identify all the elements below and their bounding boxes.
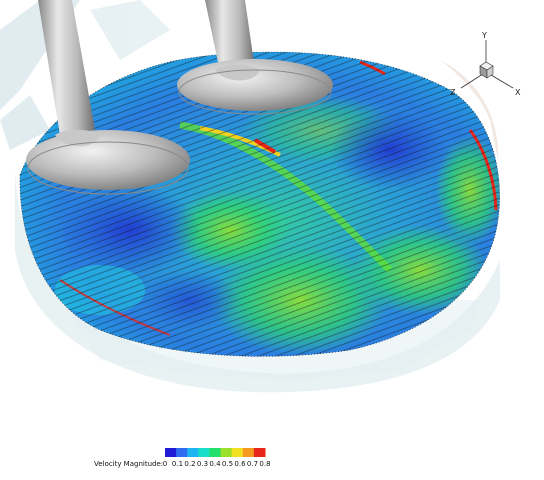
colorbar-tick-label: 0.6 [234,460,246,468]
colorbar-swatch [209,448,222,457]
colorbar-swatches [165,448,266,457]
colorbar-swatch [231,448,244,457]
triad-cube-icon [479,61,494,79]
colorbar-swatch [176,448,188,457]
colorbar-swatch [242,448,255,457]
colorbar-swatch [220,448,233,457]
colorbar-tick-label: 0 [163,460,167,468]
colorbar-tick-label: 0.4 [209,460,221,468]
colorbar-swatch [253,448,266,457]
colorbar-swatch [198,448,210,457]
colorbar-tick-label: 0.7 [247,460,258,468]
colorbar-tick-label: 0.2 [184,460,195,468]
colorbar-tick-label: 0.1 [172,460,183,468]
axis-triad: Y X Z [450,31,521,97]
axis-label-y: Y [481,31,487,40]
colorbar-tick-label: 0.3 [197,460,208,468]
colorbar-legend: Velocity Magnitude: 0 0.1 0.2 0.3 0.4 0.5 0.6 0… [94,448,271,468]
colorbar-swatch [165,448,177,457]
axis-label-z: Z [450,88,456,97]
cfd-viewport[interactable]: Y X Z [0,0,544,480]
colorbar-tick-label: 0.5 [222,460,233,468]
axis-label-x: X [515,88,521,97]
colorbar-swatch [187,448,199,457]
colorbar-label: Velocity Magnitude: [94,460,163,468]
colorbar-tick-label: 0.8 [259,460,270,468]
colorbar-ticks: 0 0.1 0.2 0.3 0.4 0.5 0.6 0.7 0.8 [163,460,271,468]
